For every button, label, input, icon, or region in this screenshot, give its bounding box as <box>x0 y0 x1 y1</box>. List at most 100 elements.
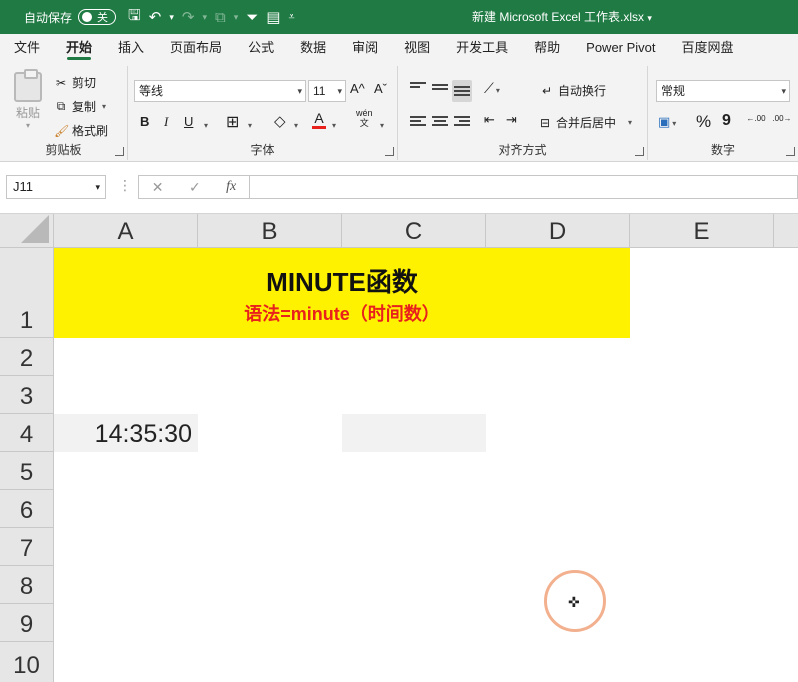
align-top-icon[interactable] <box>410 82 426 96</box>
row-header-6[interactable]: 6 <box>0 490 54 528</box>
tab-file[interactable]: 文件 <box>0 34 53 62</box>
borders-dropdown[interactable]: ▾ <box>246 116 252 131</box>
row-header-4[interactable]: 4 <box>0 414 54 452</box>
tab-baidu-netdisk[interactable]: 百度网盘 <box>669 34 747 62</box>
row-header-7[interactable]: 7 <box>0 528 54 566</box>
document-title[interactable]: 新建 Microsoft Excel 工作表.xlsx ▾ <box>472 8 652 25</box>
confirm-icon[interactable]: ✓ <box>189 179 201 196</box>
row-header-10[interactable]: 10 <box>0 642 54 682</box>
fill-color-icon[interactable]: ◇ <box>274 112 286 130</box>
row-header-8[interactable]: 8 <box>0 566 54 604</box>
font-size-select[interactable]: 11 ▾ <box>308 80 346 102</box>
copy-button[interactable]: ⧉ 复制 ▾ <box>54 98 106 115</box>
tab-help[interactable]: 帮助 <box>521 34 573 62</box>
italic-button[interactable]: I <box>164 114 168 130</box>
tab-review[interactable]: 审阅 <box>339 34 391 62</box>
copy-icon: ⧉ <box>56 99 66 113</box>
row-header-8-label: 8 <box>19 573 34 600</box>
shrink-font-button[interactable]: Aˇ <box>374 81 387 96</box>
merged-title-cell[interactable]: MINUTE函数 语法=minute（时间数） <box>54 248 630 338</box>
comma-button[interactable]: 9 <box>722 112 731 130</box>
align-middle-icon[interactable] <box>432 84 448 98</box>
increase-decimal-button[interactable]: ←.00 <box>746 114 766 123</box>
cell-c4[interactable] <box>342 414 486 452</box>
customize-qat-icon[interactable]: ⩡ <box>288 11 294 24</box>
undo-icon[interactable]: ↶ <box>149 8 162 26</box>
align-right-icon[interactable] <box>454 116 470 130</box>
align-left-icon[interactable] <box>410 116 426 130</box>
wrap-text-button[interactable]: ↵ 自动换行 <box>540 82 606 99</box>
insert-function-icon[interactable]: fx <box>226 179 236 195</box>
shapes-icon[interactable]: ⧉ <box>215 9 226 26</box>
underline-dropdown[interactable]: ▾ <box>202 116 208 131</box>
redo-dropdown-icon[interactable]: ▾ <box>202 12 207 23</box>
save-icon[interactable]: 🖫 <box>128 5 141 30</box>
column-header-f[interactable] <box>774 214 798 248</box>
phonetic-guide-button[interactable]: wén 文 <box>356 108 373 128</box>
fill-color-dropdown[interactable]: ▾ <box>292 116 298 131</box>
autosave[interactable]: 自动保存 关 <box>24 9 117 26</box>
row-header-9[interactable]: 9 <box>0 604 54 642</box>
formula-input[interactable] <box>250 175 798 199</box>
column-header-c[interactable]: C <box>342 214 486 248</box>
name-box[interactable]: J11 ▾ <box>6 175 106 199</box>
resize-handle-icon[interactable]: ⋮ <box>118 177 132 194</box>
column-header-e[interactable]: E <box>630 214 774 248</box>
cut-button[interactable]: ✂ 剪切 <box>54 74 96 91</box>
currency-icon[interactable]: ▣ ▾ <box>658 114 676 130</box>
decrease-decimal-button[interactable]: .00→ <box>772 114 792 123</box>
tab-formulas[interactable]: 公式 <box>235 34 287 62</box>
number-launcher-icon[interactable]: x <box>786 147 795 156</box>
row-header-2[interactable]: 2 <box>0 338 54 376</box>
orientation-icon[interactable]: ⟋ ▾ <box>484 80 500 97</box>
row-header-1[interactable]: 1 <box>0 248 54 338</box>
underline-button[interactable]: U <box>184 114 193 129</box>
tab-data[interactable]: 数据 <box>287 34 339 62</box>
tab-page-layout[interactable]: 页面布局 <box>157 34 235 62</box>
phonetic-dropdown[interactable]: ▾ <box>378 116 384 131</box>
filter-icon[interactable]: ⏷ <box>246 9 258 26</box>
paste-button[interactable]: 粘贴 ▾ <box>10 69 46 130</box>
borders-icon[interactable]: ⊞ <box>226 112 239 132</box>
shapes-dropdown-icon[interactable]: ▾ <box>234 12 239 23</box>
format-painter-button[interactable]: 🖌 格式刷 <box>54 122 108 139</box>
bold-button[interactable]: B <box>140 114 149 129</box>
cancel-icon[interactable]: ✕ <box>152 179 164 196</box>
align-center-icon[interactable] <box>432 116 448 130</box>
undo-dropdown-icon[interactable]: ▾ <box>169 12 174 23</box>
tab-home[interactable]: 开始 <box>53 34 105 62</box>
percent-button[interactable]: % <box>696 112 711 132</box>
cell-a4[interactable]: 14:35:30 <box>54 414 198 452</box>
chevron-down-icon: ▾ <box>204 121 209 130</box>
increase-indent-icon[interactable]: ⇥ <box>506 112 517 128</box>
spreadsheet-grid[interactable]: A B C D E 1 2 3 4 5 6 7 8 9 10 MINUTE函数 … <box>0 214 798 682</box>
row-header-3[interactable]: 3 <box>0 376 54 414</box>
tab-developer[interactable]: 开发工具 <box>443 34 521 62</box>
merge-center-button[interactable]: ⊟ 合并后居中 ▾ <box>538 114 632 131</box>
font-launcher-icon[interactable]: x <box>385 147 394 156</box>
row-header-5[interactable]: 5 <box>0 452 54 490</box>
select-all-button[interactable] <box>0 214 54 248</box>
column-header-a[interactable]: A <box>54 214 198 248</box>
decrease-indent-icon[interactable]: ⇤ <box>484 112 495 128</box>
tab-view[interactable]: 视图 <box>391 34 443 62</box>
font-color-dropdown[interactable]: ▾ <box>330 116 336 131</box>
column-header-b[interactable]: B <box>198 214 342 248</box>
redo-icon[interactable]: ↷ <box>182 8 195 26</box>
clipboard-launcher-icon[interactable]: x <box>115 147 124 156</box>
autosave-state: 关 <box>97 12 109 24</box>
copy-label: 复制 <box>72 100 97 114</box>
tab-insert[interactable]: 插入 <box>105 34 157 62</box>
align-bottom-icon[interactable] <box>452 80 472 102</box>
autosave-toggle[interactable]: 关 <box>78 9 117 25</box>
font-color-button[interactable]: A <box>312 110 326 129</box>
tab-power-pivot[interactable]: Power Pivot <box>573 34 668 62</box>
alignment-launcher-icon[interactable]: x <box>635 147 644 156</box>
column-header-d[interactable]: D <box>486 214 630 248</box>
cell-cursor-icon: ✜ <box>568 594 580 610</box>
grow-font-button[interactable]: A^ <box>350 81 365 96</box>
number-format-select[interactable]: 常规 ▾ <box>656 80 790 102</box>
font-name-select[interactable]: 等线 ▾ <box>134 80 306 102</box>
form-icon[interactable]: ▤ <box>266 8 280 26</box>
wrap-text-label: 自动换行 <box>558 84 607 98</box>
